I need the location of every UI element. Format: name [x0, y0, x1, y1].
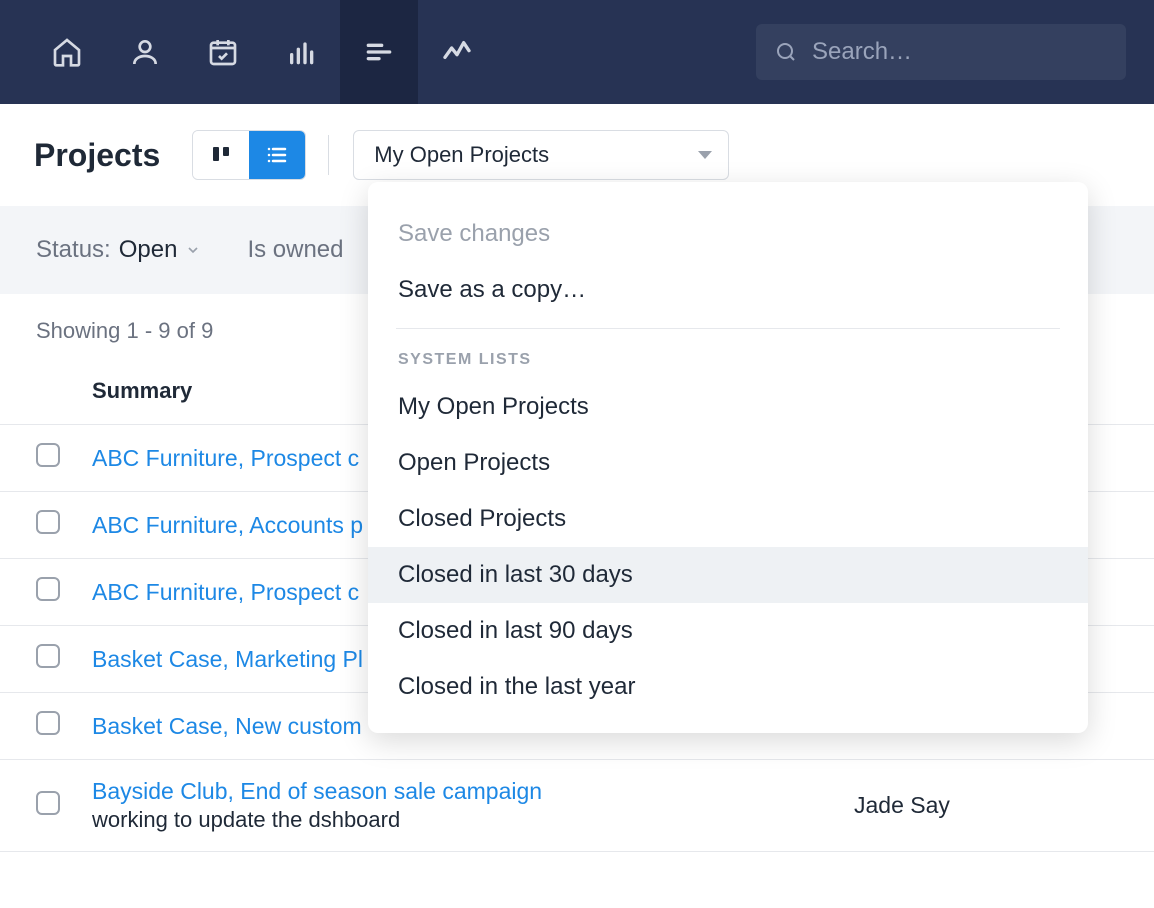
table-row: Bayside Club, End of season sale campaig…	[0, 760, 1154, 852]
project-link[interactable]: ABC Furniture, Prospect c	[92, 579, 359, 605]
page-title: Projects	[34, 137, 160, 174]
nav-left	[28, 0, 496, 104]
row-checkbox[interactable]	[36, 443, 60, 467]
dropdown-item-my-open-projects[interactable]: My Open Projects	[368, 379, 1088, 435]
dropdown-item-closed-30[interactable]: Closed in last 30 days	[368, 547, 1088, 603]
dropdown-save-changes: Save changes	[368, 206, 1088, 262]
col-checkbox	[0, 358, 92, 425]
dropdown-item-closed-90[interactable]: Closed in last 90 days	[368, 603, 1088, 659]
project-subtext: working to update the dshboard	[92, 807, 854, 833]
trend-icon[interactable]	[418, 0, 496, 104]
row-checkbox[interactable]	[36, 791, 60, 815]
bars-icon[interactable]	[262, 0, 340, 104]
row-checkbox[interactable]	[36, 510, 60, 534]
list-lines-icon[interactable]	[340, 0, 418, 104]
search-input[interactable]	[812, 38, 1108, 66]
dropdown-item-closed-projects[interactable]: Closed Projects	[368, 491, 1088, 547]
project-link[interactable]: Basket Case, Marketing Pl	[92, 646, 363, 672]
search-box[interactable]	[756, 24, 1126, 80]
list-view-button[interactable]	[249, 131, 305, 179]
project-link[interactable]: ABC Furniture, Prospect c	[92, 445, 359, 471]
dropdown-item-open-projects[interactable]: Open Projects	[368, 435, 1088, 491]
board-view-button[interactable]	[193, 131, 249, 179]
row-checkbox-cell	[0, 425, 92, 492]
view-select-value: My Open Projects	[374, 142, 549, 168]
dropdown-heading: SYSTEM LISTS	[368, 337, 1088, 379]
project-link[interactable]: ABC Furniture, Accounts p	[92, 512, 363, 538]
view-toggle	[192, 130, 306, 180]
row-checkbox-cell	[0, 760, 92, 852]
search-icon	[774, 40, 798, 64]
filter-owned-label: Is owned	[247, 236, 343, 264]
top-nav	[0, 0, 1154, 104]
divider	[328, 135, 329, 175]
chevron-down-icon	[698, 151, 712, 159]
view-select[interactable]: My Open Projects	[353, 130, 729, 180]
row-checkbox-cell	[0, 693, 92, 760]
dropdown-save-as-copy[interactable]: Save as a copy…	[368, 262, 1088, 318]
row-checkbox[interactable]	[36, 711, 60, 735]
list-icon	[265, 143, 289, 167]
row-checkbox[interactable]	[36, 577, 60, 601]
toolbar: Projects My Open Projects Save changes S…	[0, 104, 1154, 206]
row-checkbox[interactable]	[36, 644, 60, 668]
project-link[interactable]: Basket Case, New custom	[92, 713, 362, 739]
dropdown-separator	[396, 328, 1060, 329]
filter-status-value: Open	[119, 236, 178, 264]
view-select-dropdown: Save changes Save as a copy… SYSTEM LIST…	[368, 182, 1088, 733]
dropdown-item-closed-year[interactable]: Closed in the last year	[368, 659, 1088, 715]
row-checkbox-cell	[0, 626, 92, 693]
row-checkbox-cell	[0, 559, 92, 626]
board-icon	[209, 143, 233, 167]
project-link[interactable]: Bayside Club, End of season sale campaig…	[92, 778, 542, 804]
filter-status[interactable]: Status: Open	[36, 236, 201, 264]
row-summary-cell: Bayside Club, End of season sale campaig…	[92, 760, 854, 852]
row-owner-cell: Jade Say	[854, 760, 1154, 852]
person-icon[interactable]	[106, 0, 184, 104]
row-checkbox-cell	[0, 492, 92, 559]
filter-owned[interactable]: Is owned	[247, 236, 343, 264]
calendar-icon[interactable]	[184, 0, 262, 104]
filter-status-label: Status:	[36, 236, 111, 264]
home-icon[interactable]	[28, 0, 106, 104]
chevron-down-icon	[185, 242, 201, 258]
